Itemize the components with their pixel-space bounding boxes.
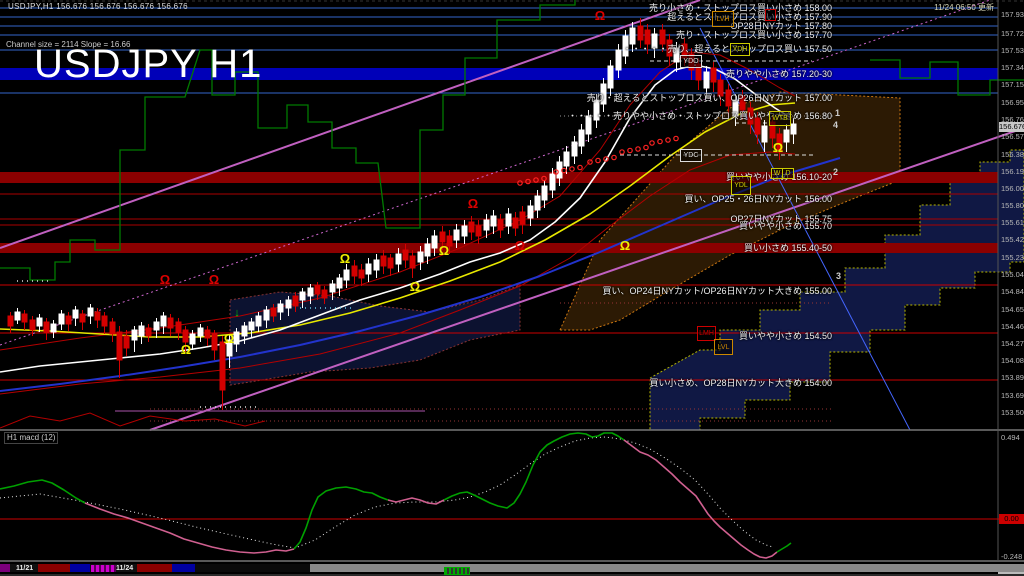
session-date-label: 11/21 (16, 564, 33, 573)
price-scale-label: 157.150 (1001, 80, 1024, 89)
session-magenta-marker (91, 565, 116, 572)
omega-marker-yellow: Ω (773, 140, 783, 155)
session-segment (137, 564, 172, 572)
macd-scale-bottom: -0.248 (1001, 552, 1022, 561)
update-timestamp: 11/24 06:50 更新 (934, 2, 994, 13)
tag-box-ydc: YDC (680, 149, 702, 162)
price-scale-label: 153.695 (1001, 391, 1024, 400)
level-annotation: 買いやや小さめ 156.10-20 (0, 172, 832, 183)
level-annotation: 買い小さめ 155.40-50 (0, 243, 832, 254)
price-scale-label: 156.190 (1001, 167, 1024, 176)
current-price-badge: 156.676 (999, 122, 1024, 132)
macd-signal-line (0, 437, 773, 548)
session-segment (310, 564, 1024, 572)
omega-marker-red: Ω (209, 272, 219, 287)
price-scale-label: 155.615 (1001, 218, 1024, 227)
red-circle-chain (674, 136, 678, 140)
wave-number: 2 (833, 167, 838, 177)
price-scale-label: 153.505 (1001, 408, 1024, 417)
price-scale-label: 156.575 (1001, 132, 1024, 141)
price-scale-label: 157.340 (1001, 63, 1024, 72)
session-watermark (444, 567, 470, 575)
tag-box-ydl: YDL (731, 176, 751, 195)
red-circle-chain (578, 165, 582, 169)
level-annotation: 売り・超えるとストップロス買い、OP26日NYカット 157.00 (0, 93, 832, 104)
wave-number: 3 (836, 271, 841, 281)
price-scale-label: 153.890 (1001, 373, 1024, 382)
price-scale-label: 156.000 (1001, 184, 1024, 193)
price-scale-label: 155.425 (1001, 235, 1024, 244)
price-scale-label: 154.270 (1001, 339, 1024, 348)
trading-chart-window: ΩΩΩΩΩΩΩΩΩΩΩΩ↓ USDJPY,H1 156.676 156.676 … (0, 0, 1024, 576)
level-annotation: 買い、OP24日NYカット/OP26日NYカット大きめ 155.00 (0, 286, 832, 297)
price-scale-label: 154.080 (1001, 356, 1024, 365)
session-date-label: 11/24 (116, 564, 133, 573)
tag-box-ydh: YDH (730, 43, 750, 56)
session-segment (38, 564, 70, 572)
red-circle-chain (596, 158, 600, 162)
tag-box-lvh: LVH (712, 11, 734, 27)
red-circle-chain (636, 147, 640, 151)
session-segment (172, 564, 195, 572)
level-annotation: ・・・・・売りやや小さめ・ストップロス買いやや大きめ 156.80 (0, 111, 832, 122)
omega-marker-red: Ω (160, 272, 170, 287)
session-segment (195, 564, 310, 572)
tag-box-red (765, 9, 776, 21)
macd-line-segment (777, 543, 791, 552)
tag-box-wtb: WTB (769, 111, 791, 126)
level-annotation: 売り・ストップロス買い小さめ 157.70 (0, 30, 832, 41)
red-circle-chain (612, 155, 616, 159)
price-scale-label: 154.655 (1001, 305, 1024, 314)
price-scale-label: 157.935 (1001, 10, 1024, 19)
session-segment (70, 564, 90, 572)
macd-line-segment (85, 503, 294, 553)
red-envelope-line (0, 413, 265, 428)
price-scale-label: 155.230 (1001, 253, 1024, 262)
red-circle-chain (570, 167, 574, 171)
level-annotation: 買いやや小さめ 155.70 (0, 221, 832, 232)
tag-box-lvl: LVL (714, 339, 733, 355)
price-scale-label: 155.040 (1001, 270, 1024, 279)
wave-number: 1 (835, 108, 840, 118)
down-arrow-icon: ↓ (234, 307, 240, 319)
red-circle-chain (650, 141, 654, 145)
session-segment (0, 564, 10, 572)
wave-number: 4 (833, 120, 838, 130)
price-scale-label: 157.725 (1001, 29, 1024, 38)
red-circle-chain (666, 138, 670, 142)
price-scale-label: 155.805 (1001, 201, 1024, 210)
macd-line-segment (624, 440, 777, 558)
omega-marker-yellow: Ω (181, 342, 191, 357)
red-circle-chain (620, 150, 624, 154)
red-circle-chain (644, 145, 648, 149)
tag-box-ydo: YDO (680, 55, 702, 68)
macd-scale-top: 0.494 (1001, 433, 1020, 442)
macd-line-segment (294, 487, 388, 549)
price-scale-label: 157.535 (1001, 46, 1024, 55)
tag-box-d: D (782, 168, 794, 179)
level-annotation: 買い、OP25・26日NYカット 156.00 (0, 194, 832, 205)
red-circle-chain (628, 148, 632, 152)
price-scale-label: 154.846 (1001, 287, 1024, 296)
price-scale-label: 156.955 (1001, 98, 1024, 107)
price-scale-label: 154.465 (1001, 322, 1024, 331)
level-annotation: 売りやや小さめ 157.20-30 (0, 69, 832, 80)
level-annotation: 買い小さめ、OP28日NYカット大きめ 154.00 (0, 378, 832, 389)
macd-zero-badge: 0.00 (999, 514, 1024, 524)
macd-indicator-label: H1 macd (12) (4, 432, 58, 444)
level-annotation: ・・・・・売り、超えるとストップロス買い 157.50 (0, 44, 832, 55)
price-scale-label: 156.380 (1001, 150, 1024, 159)
red-circle-chain (658, 139, 662, 143)
